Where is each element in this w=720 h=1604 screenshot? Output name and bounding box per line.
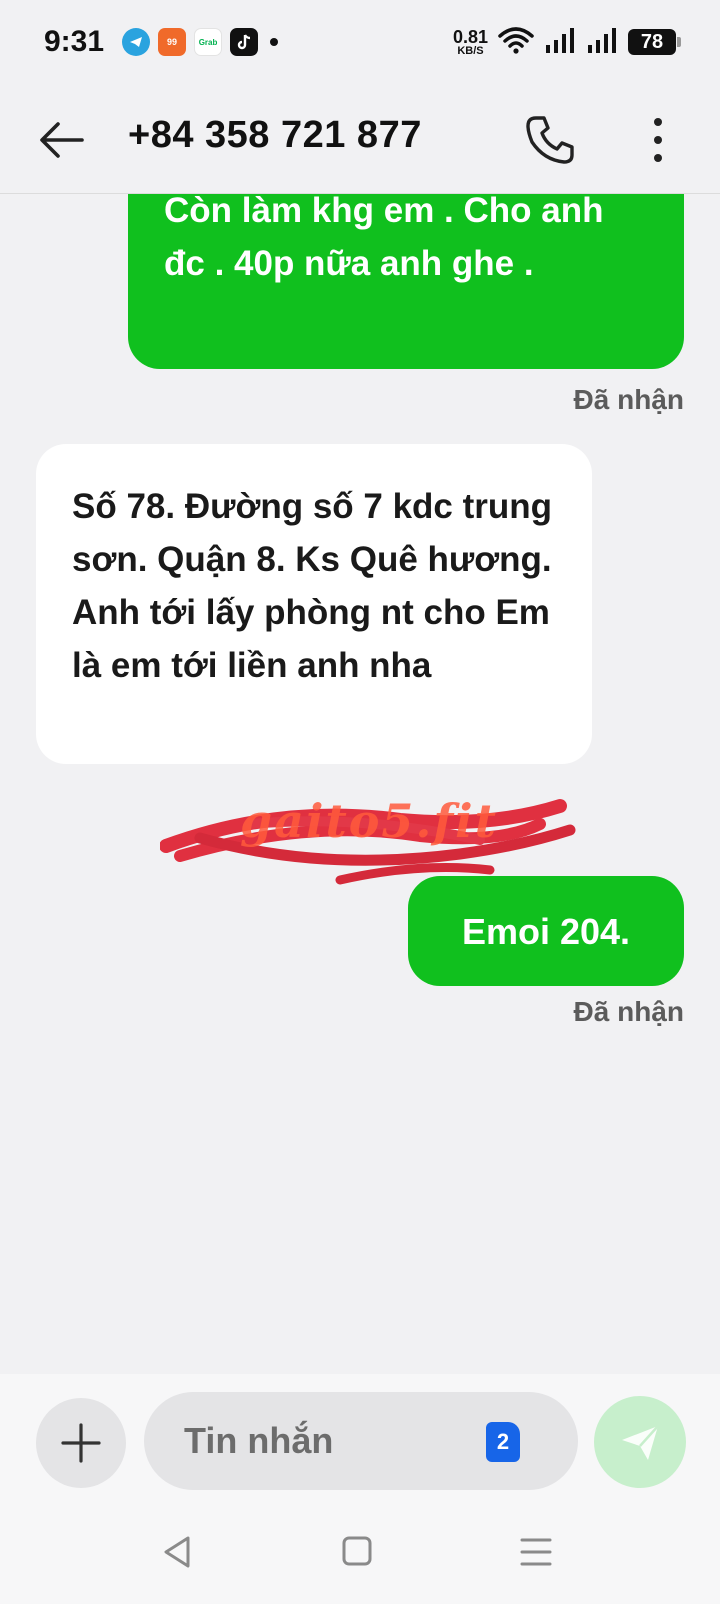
back-button[interactable] [34, 112, 90, 168]
nav-recents-button[interactable] [514, 1530, 558, 1574]
message-bubble-outgoing[interactable]: Emoi 204. [408, 876, 684, 986]
delivery-status: Đã nhận [573, 996, 684, 1027]
delivery-status: Đã nhận [573, 384, 684, 415]
call-button[interactable] [522, 112, 578, 168]
more-notifications-dot [270, 38, 279, 46]
message-input[interactable]: Tin nhắn 2 [144, 1392, 578, 1490]
arrow-left-icon [40, 122, 84, 158]
conversation-header: +84 358 721 877 [0, 84, 720, 194]
plus-icon [61, 1423, 101, 1463]
message-list[interactable]: Còn làm khg em . Cho anh đc . 40p nữa an… [0, 194, 720, 1374]
send-icon [622, 1425, 659, 1460]
system-navigation-bar [0, 1500, 720, 1600]
signal-sim2-icon [586, 26, 618, 59]
battery-level: 78 [628, 29, 681, 55]
square-home-icon [342, 1536, 372, 1566]
more-vertical-icon [654, 118, 662, 162]
status-time: 9:31 [44, 25, 105, 58]
sim-selector-icon[interactable]: 2 [486, 1422, 520, 1462]
nav-back-button[interactable] [158, 1530, 202, 1574]
phone-icon [526, 116, 574, 164]
nav-home-button[interactable] [336, 1530, 380, 1574]
network-speed: 0.81 KB/S [452, 26, 488, 57]
tiktok-icon [230, 28, 259, 56]
contact-title: +84 358 721 877 [128, 114, 422, 156]
status-indicators: 0.81 KB/S 78 [452, 26, 681, 59]
wifi-icon [498, 26, 534, 59]
status-bar: 9:31 99 Grab 0.81 KB/S 78 [0, 0, 720, 84]
send-button[interactable] [594, 1396, 686, 1488]
message-bubble-incoming[interactable]: Số 78. Đường số 7 kdc trung sơn. Quận 8.… [36, 444, 592, 764]
more-options-button[interactable] [630, 112, 686, 168]
add-attachment-button[interactable] [36, 1398, 126, 1488]
message-bubble-outgoing[interactable]: Còn làm khg em . Cho anh đc . 40p nữa an… [128, 194, 684, 369]
message-input-placeholder: Tin nhắn [184, 1420, 334, 1461]
telegram-icon [122, 28, 151, 56]
watermark-text: gaito5.fit [240, 794, 498, 848]
notification-icons: 99 Grab [122, 28, 279, 56]
grab-icon: Grab [194, 28, 223, 56]
signal-sim1-icon [544, 26, 576, 59]
shopee-icon: 99 [158, 28, 187, 56]
triangle-back-icon [164, 1536, 190, 1568]
menu-lines-icon [520, 1538, 552, 1566]
